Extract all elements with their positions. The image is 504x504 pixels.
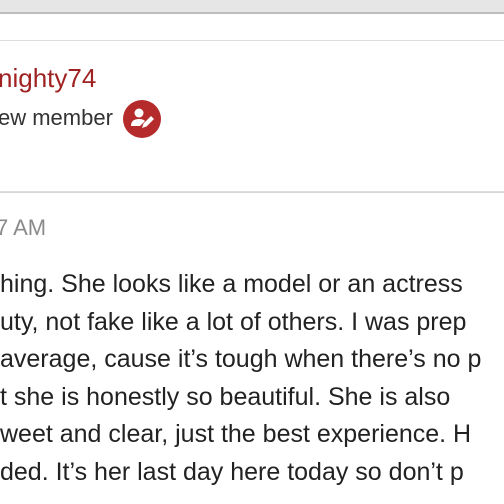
post-body: hing. She looks like a model or an actre…	[0, 266, 504, 491]
post-line: uty, not fake like a lot of others. I wa…	[0, 307, 467, 336]
post-line: hing. She looks like a model or an actre…	[0, 270, 463, 298]
post-line: t she is honestly so beautiful. She is a…	[0, 382, 451, 411]
post-line: ded. It’s her last day here today so don…	[0, 457, 464, 486]
role-badge	[123, 100, 161, 138]
post-line: average, cause it’s tough when there’s n…	[0, 345, 482, 373]
separator	[0, 192, 504, 193]
member-role: ew member	[0, 105, 113, 130]
top-bar	[0, 0, 504, 14]
post-line: weet and clear, just the best experience…	[0, 420, 472, 448]
pencil-icon	[131, 108, 154, 128]
username-link[interactable]: nighty74	[0, 63, 96, 94]
post-timestamp: 7 AM	[0, 215, 47, 240]
